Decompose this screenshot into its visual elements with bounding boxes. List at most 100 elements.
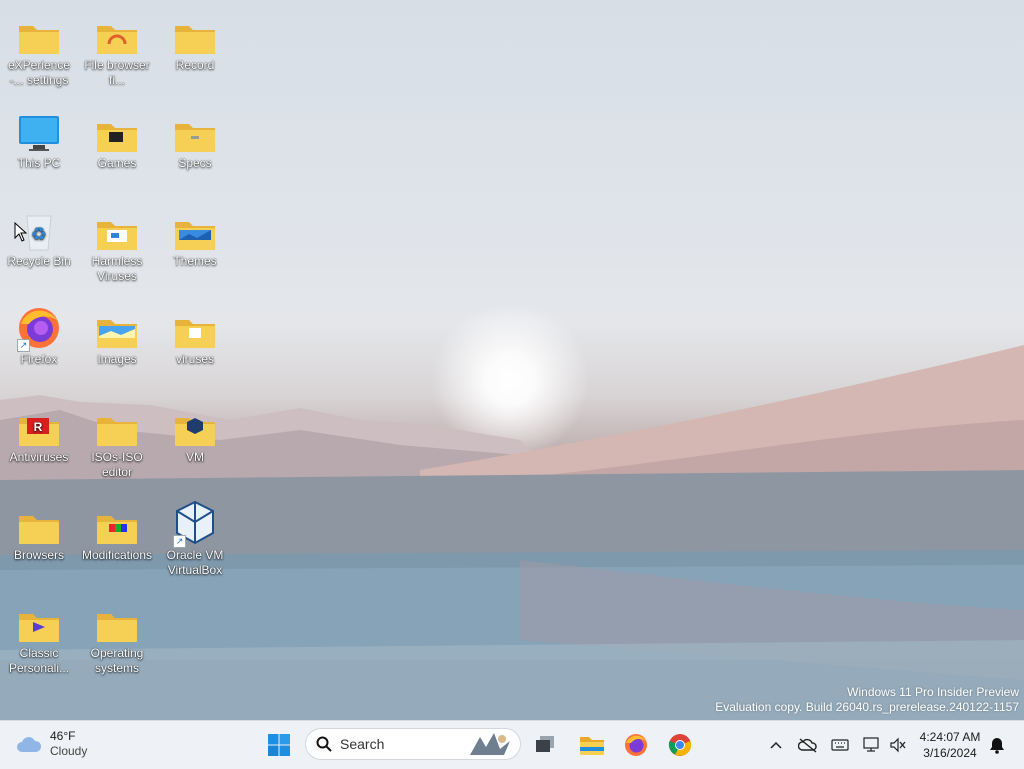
start-icon (268, 734, 290, 756)
desktop-icon-isos[interactable]: ISOs-ISO editor (78, 402, 156, 480)
recycle-bin-icon: ♻ (0, 206, 78, 252)
icon-label: eXPerience -... settings (7, 58, 71, 87)
desktop-icon-antiviruses[interactable]: R Antiviruses (0, 402, 78, 465)
icon-label: Harmless Viruses (91, 254, 143, 283)
input-indicator-button[interactable] (828, 733, 852, 757)
icon-label: Oracle VM VirtualBox (166, 548, 224, 577)
folder-icon (78, 108, 156, 154)
folder-icon (78, 10, 156, 56)
cloud-icon (17, 737, 42, 752)
volume-muted-icon (890, 737, 906, 753)
folder-icon (156, 402, 234, 448)
folder-icon: R (0, 402, 78, 448)
onedrive-tray-button[interactable] (796, 733, 820, 757)
icon-label: Themes (173, 254, 217, 268)
notification-bell-icon (990, 738, 1004, 754)
chrome-icon (668, 734, 692, 756)
icon-label: Operating systems (90, 646, 144, 675)
task-view-icon (536, 736, 554, 752)
shortcut-arrow-icon: ↗ (17, 339, 30, 352)
icon-label: VM (186, 450, 204, 464)
desktop-icon-recycle-bin[interactable]: ♻ Recycle Bin (0, 206, 78, 269)
desktop-icon-games[interactable]: Games (78, 108, 156, 171)
svg-text:R: R (34, 420, 43, 434)
icon-label: Record (175, 58, 215, 72)
desktop-icon-harmless-viruses[interactable]: Harmless Viruses (78, 206, 156, 284)
desktop-icon-firefox[interactable]: ↗ Firefox (0, 304, 78, 367)
notifications-button[interactable] (985, 733, 1009, 757)
folder-icon (156, 304, 234, 350)
file-explorer-icon (580, 737, 604, 755)
folder-icon (0, 10, 78, 56)
desktop-icon-operating-systems[interactable]: Operating systems (78, 598, 156, 676)
taskbar-search[interactable]: Search (305, 728, 521, 760)
firefox-icon (625, 734, 647, 756)
folder-icon (78, 598, 156, 644)
taskbar-clock[interactable]: 4:24:07 AM 3/16/2024 (912, 729, 988, 761)
folder-icon (78, 206, 156, 252)
desktop-icon-record[interactable]: Record (156, 10, 234, 73)
desktop-icon-vm[interactable]: VM (156, 402, 234, 465)
chrome-taskbar-button[interactable] (664, 729, 696, 761)
start-button[interactable] (263, 729, 295, 761)
icon-label: Classic Personali... (8, 646, 70, 675)
weather-temp: 46°F (50, 729, 76, 743)
icon-label: viruses (175, 352, 214, 366)
icon-label: Games (97, 156, 137, 170)
mouse-cursor-icon (14, 222, 28, 242)
desktop-icon-this-pc[interactable]: This PC (0, 108, 78, 171)
icon-label: Antiviruses (9, 450, 69, 464)
firefox-icon: ↗ (0, 304, 78, 352)
desktop-icon-file-browser[interactable]: File browser fi... (78, 10, 156, 88)
desktop-icon-classic-personalization[interactable]: Classic Personali... (0, 598, 78, 676)
task-view-button[interactable] (529, 729, 561, 761)
desktop-icon-specs[interactable]: Specs (156, 108, 234, 171)
monitor-icon (0, 108, 78, 154)
folder-icon (156, 206, 234, 252)
desktop-icon-viruses[interactable]: viruses (156, 304, 234, 367)
icon-label: Images (97, 352, 137, 366)
desktop-icon-themes[interactable]: Themes (156, 206, 234, 269)
search-placeholder: Search (340, 736, 385, 752)
svg-text:♻: ♻ (31, 224, 47, 245)
folder-icon (156, 108, 234, 154)
folder-icon (78, 304, 156, 350)
network-icon (863, 737, 879, 752)
firefox-taskbar-button[interactable] (620, 729, 652, 761)
virtualbox-icon: ↗ (156, 500, 234, 548)
weather-condition: Cloudy (50, 744, 88, 758)
desktop[interactable]: eXPerience -... settings File browser fi… (0, 0, 1024, 720)
desktop-icon-browsers[interactable]: Browsers (0, 500, 78, 563)
shortcut-arrow-icon: ↗ (173, 535, 186, 548)
volume-tray-button[interactable] (886, 733, 910, 757)
folder-icon (156, 10, 234, 56)
folder-icon (78, 402, 156, 448)
watermark-build: Evaluation copy. Build 26040.rs_prerelea… (715, 700, 1019, 714)
desktop-icon-images[interactable]: Images (78, 304, 156, 367)
weather-widget[interactable]: 46°F Cloudy (16, 729, 87, 759)
file-explorer-button[interactable] (576, 729, 608, 761)
icon-label: Specs (178, 156, 212, 170)
desktop-icon-virtualbox[interactable]: ↗ Oracle VM VirtualBox (156, 500, 234, 578)
watermark-edition: Windows 11 Pro Insider Preview (847, 685, 1019, 699)
build-watermark: Windows 11 Pro Insider Preview Evaluatio… (715, 685, 1019, 715)
network-tray-button[interactable] (860, 733, 884, 757)
clock-date: 3/16/2024 (923, 746, 977, 760)
search-icon (316, 736, 332, 752)
desktop-icon-experience-settings[interactable]: eXPerience -... settings (0, 10, 78, 88)
keyboard-icon (831, 739, 849, 751)
folder-icon (78, 500, 156, 546)
icon-label: Firefox (20, 352, 58, 366)
folder-icon (0, 598, 78, 644)
icon-label: Modifications (81, 548, 153, 562)
icon-label: File browser fi... (84, 58, 150, 87)
show-hidden-icons-button[interactable] (764, 733, 788, 757)
taskbar: 46°F Cloudy Search 4:24:07 AM 3/16/2024 (0, 720, 1024, 769)
desktop-icon-modifications[interactable]: Modifications (78, 500, 156, 563)
clock-time: 4:24:07 AM (919, 730, 981, 744)
icon-label: Recycle Bin (7, 254, 71, 268)
chevron-up-icon (770, 741, 782, 749)
search-highlight-icon (470, 733, 510, 755)
icon-label: Browsers (13, 548, 64, 562)
icon-label: ISOs-ISO editor (91, 450, 143, 479)
